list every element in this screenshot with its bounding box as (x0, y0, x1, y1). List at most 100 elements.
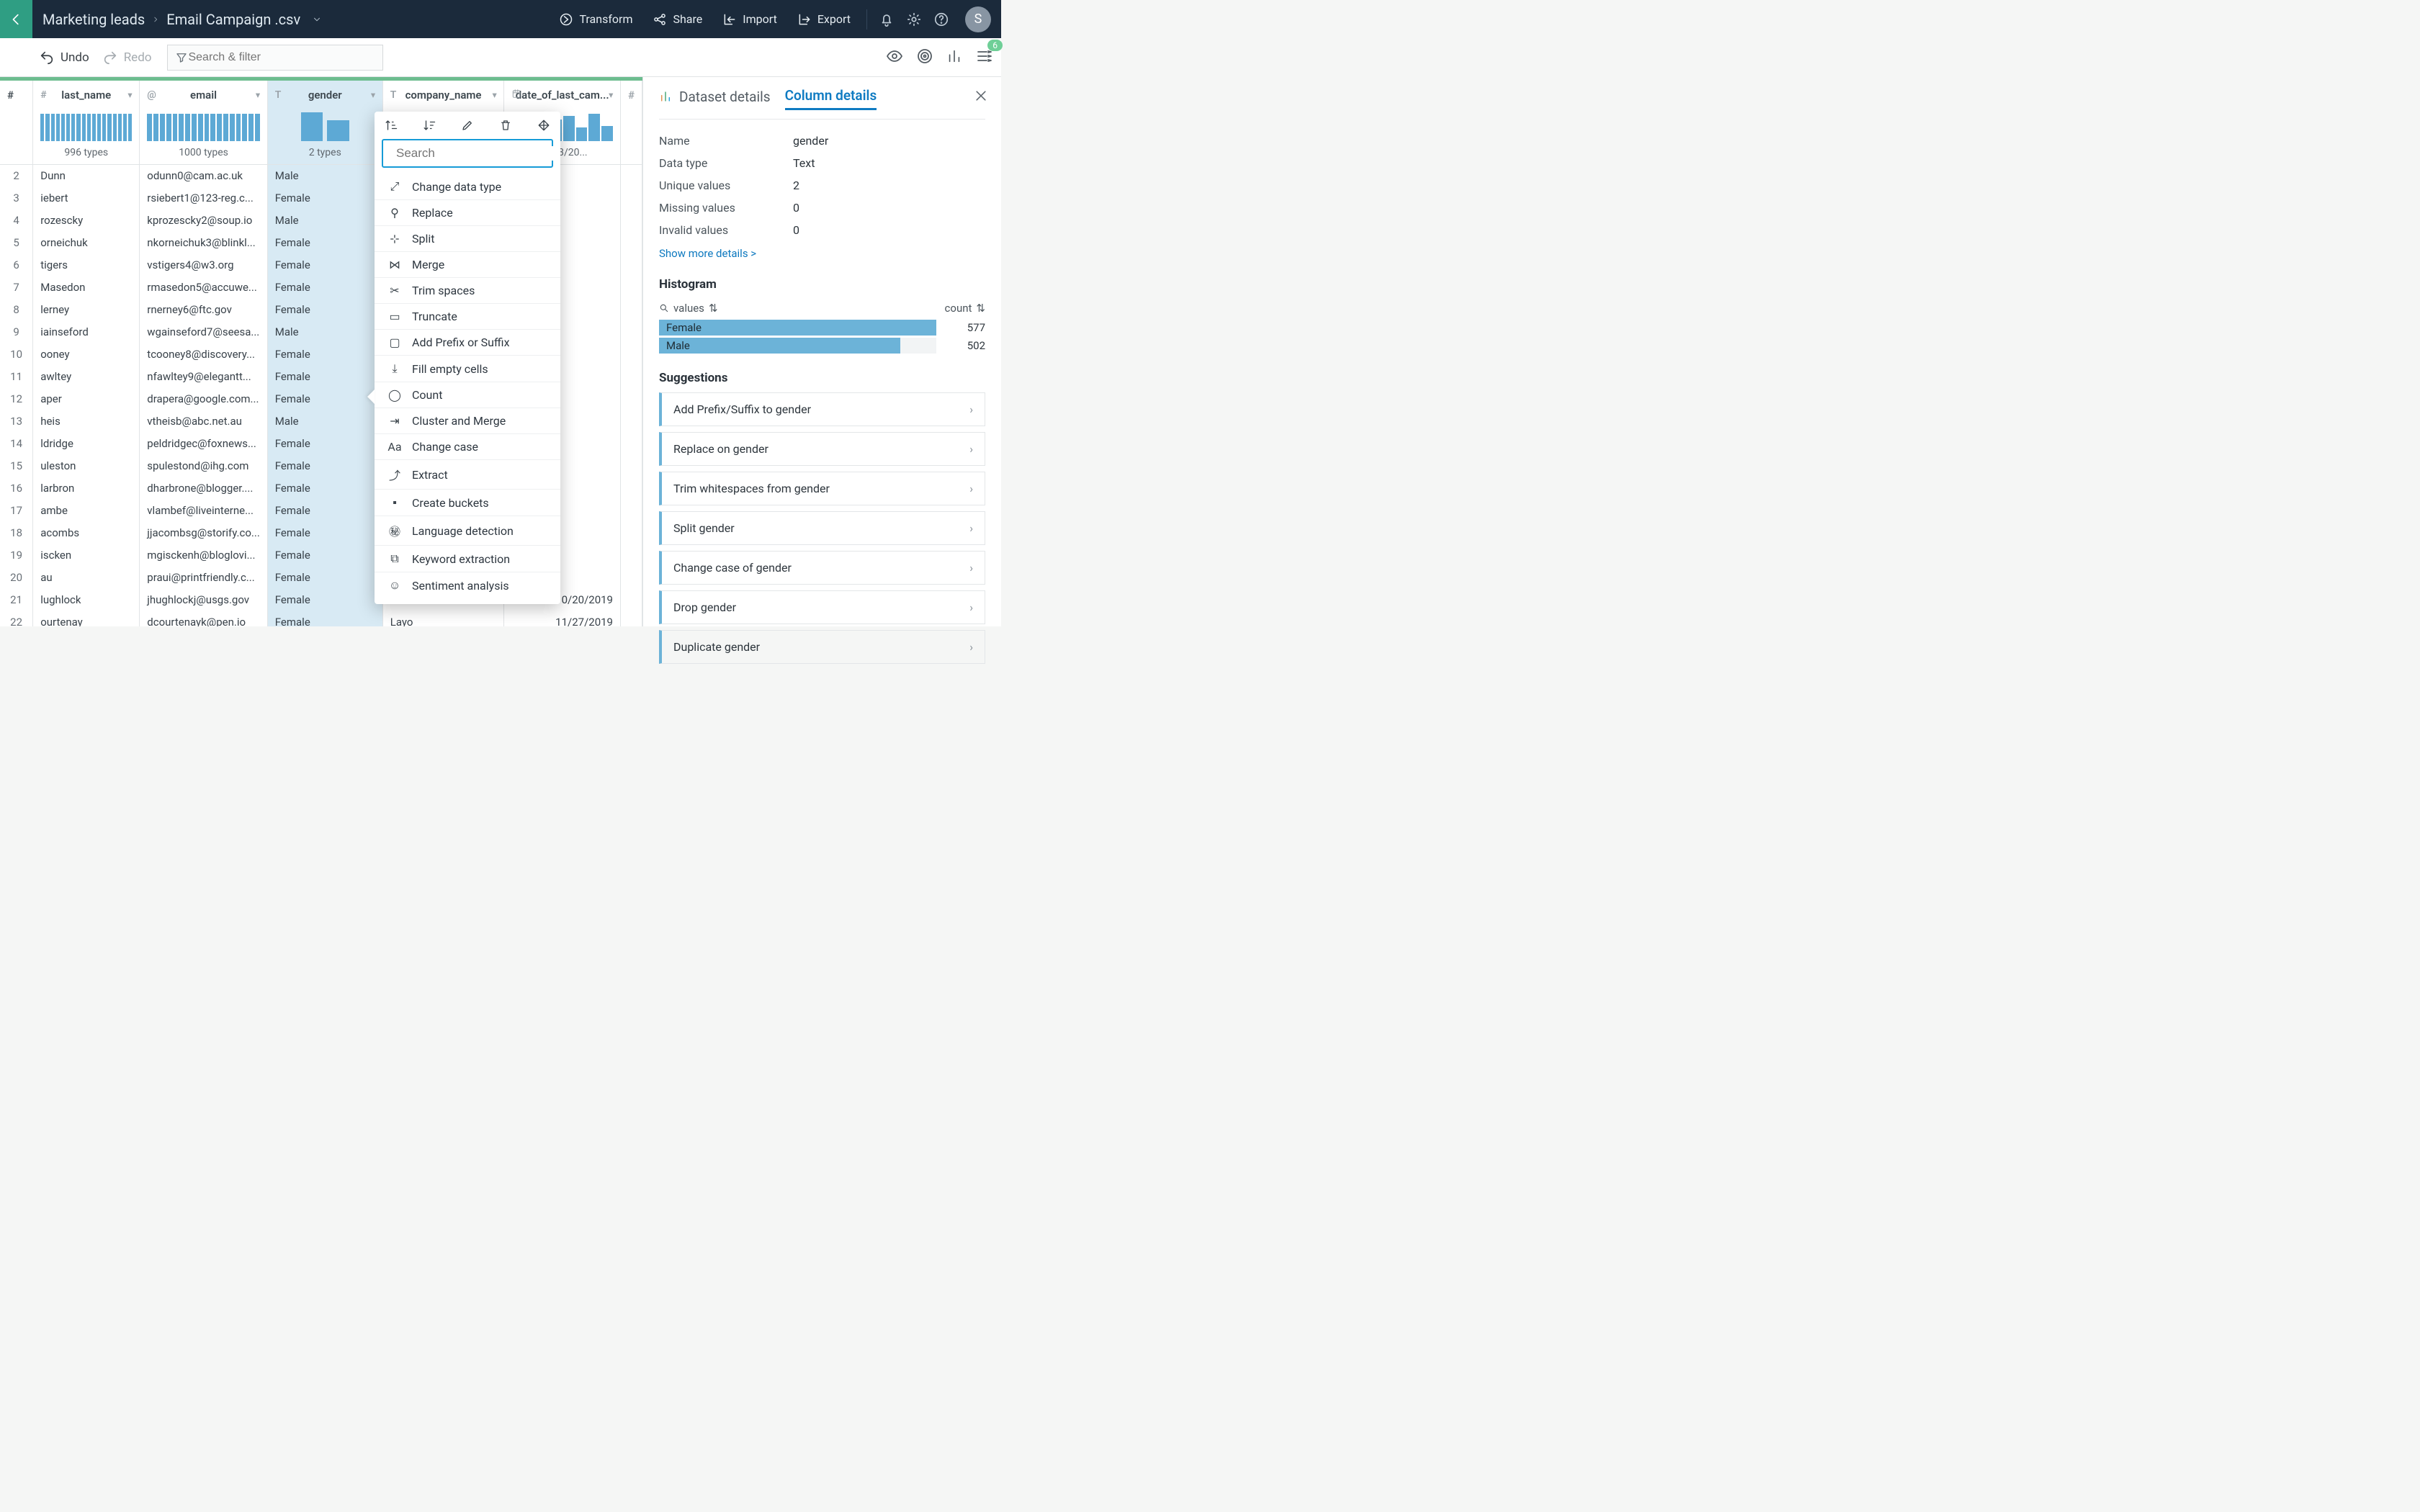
suggestion-item[interactable]: Change case of gender› (659, 551, 985, 585)
avatar[interactable]: S (965, 6, 991, 32)
chevron-down-icon[interactable]: ▾ (256, 91, 260, 100)
show-more-details-link[interactable]: Show more details > (659, 247, 756, 260)
popover-item-icon: ⤴ (387, 466, 402, 483)
search-filter-box[interactable] (167, 45, 383, 71)
mini-histogram-lastname (33, 109, 140, 143)
help-icon[interactable] (928, 12, 955, 27)
suggestion-item[interactable]: Split gender › (659, 511, 985, 545)
search-filter-input[interactable] (188, 51, 375, 64)
suggestion-item[interactable]: Drop gender› (659, 590, 985, 624)
back-button[interactable] (0, 0, 32, 38)
import-button[interactable]: Import (712, 0, 787, 38)
popover-item-icon: ▢ (387, 336, 402, 349)
move-icon[interactable] (537, 119, 550, 132)
suggestion-label: Add Prefix/Suffix to gender (673, 402, 811, 416)
popover-item[interactable]: ▪Create buckets (375, 489, 560, 516)
types-email: 1000 types (140, 143, 268, 165)
close-panel-button[interactable] (974, 89, 988, 106)
notifications-icon[interactable] (873, 12, 900, 27)
suggestions-title: Suggestions (659, 371, 985, 385)
popover-item[interactable]: ▢Add Prefix or Suffix (375, 329, 560, 355)
chevron-down-icon[interactable]: ▾ (371, 91, 375, 100)
popover-item-label: Language detection (412, 524, 514, 538)
popover-item-icon: ▭ (387, 310, 402, 323)
popover-item[interactable]: ㊙Language detection (375, 516, 560, 545)
breadcrumb-current[interactable]: Email Campaign .csv (166, 11, 300, 28)
sort-desc-icon[interactable] (423, 119, 436, 132)
col-header-company[interactable]: T company_name ▾ (382, 81, 504, 109)
trash-icon[interactable] (499, 119, 512, 132)
sort-icon[interactable]: ⇅ (709, 302, 718, 315)
col-header-date[interactable]: date_of_last_cam... ▾ (504, 81, 621, 109)
edit-icon[interactable] (461, 119, 474, 132)
histogram-header: values ⇅ count ⇅ (659, 299, 985, 318)
table-row[interactable]: 22ourtenaydcourtenayk@pen.ioFemaleLayo11… (0, 611, 642, 627)
chevron-right-icon: › (969, 640, 973, 654)
popover-item[interactable]: ⋈Merge (375, 251, 560, 277)
popover-item-icon: ⋈ (387, 258, 402, 271)
col-header-email[interactable]: @ email ▾ (140, 81, 268, 109)
redo-label: Redo (124, 50, 152, 65)
popover-item[interactable]: ⤓Fill empty cells (375, 355, 560, 382)
histogram-row[interactable]: Male502 (659, 338, 985, 354)
chevron-down-icon[interactable]: ▾ (493, 91, 497, 100)
popover-item[interactable]: ⤢Change data type (375, 174, 560, 199)
popover-item[interactable]: ✂Trim spaces (375, 277, 560, 303)
sort-asc-icon[interactable] (385, 119, 398, 132)
popover-item[interactable]: ◯Count (375, 382, 560, 408)
popover-item-icon: ✂ (387, 284, 402, 297)
steps-icon[interactable]: 6 (975, 48, 992, 68)
popover-search-input[interactable] (396, 146, 555, 161)
col-header-rownum[interactable]: # (0, 81, 33, 109)
popover-item[interactable]: ▭Truncate (375, 303, 560, 329)
stats-icon[interactable] (946, 48, 962, 67)
sort-icon[interactable]: ⇅ (976, 302, 985, 315)
col-header-more[interactable]: # (621, 81, 642, 109)
suggestion-item[interactable]: Duplicate gender› (659, 630, 985, 664)
preview-icon[interactable] (886, 48, 903, 68)
chevron-down-icon[interactable]: ▾ (609, 91, 613, 100)
data-grid[interactable]: # # last_name ▾ @ email ▾ T gender ▾ (0, 77, 642, 626)
share-button[interactable]: Share (642, 0, 712, 38)
suggestion-label: Trim whitespaces from gender (673, 482, 830, 495)
histogram-values-col[interactable]: values ⇅ (659, 302, 718, 315)
chevron-down-icon[interactable]: ▾ (128, 91, 133, 100)
histogram-count-col[interactable]: count ⇅ (945, 302, 985, 315)
suggestion-item[interactable]: Add Prefix/Suffix to gender› (659, 392, 985, 426)
popover-item[interactable]: ☺Sentiment analysis (375, 572, 560, 598)
transform-button[interactable]: Transform (549, 0, 642, 38)
popover-item-icon: ⤢ (387, 179, 402, 194)
popover-item[interactable]: ⊹Split (375, 225, 560, 251)
calendar-icon (511, 89, 521, 102)
histogram-row-count: 577 (945, 321, 985, 334)
suggestion-item[interactable]: Replace on gender› (659, 432, 985, 466)
types-gender: 2 types (267, 143, 382, 165)
suggestion-item[interactable]: Trim whitespaces from gender› (659, 472, 985, 505)
col-header-lastname[interactable]: # last_name ▾ (33, 81, 140, 109)
popover-item[interactable]: ⇥Cluster and Merge (375, 408, 560, 433)
settings-icon[interactable] (900, 12, 928, 27)
chevron-right-icon: › (969, 442, 973, 456)
popover-item-icon: ▪ (387, 495, 402, 510)
undo-button[interactable]: Undo (39, 50, 102, 66)
popover-item[interactable]: ⚲Replace (375, 199, 560, 225)
col-header-gender[interactable]: T gender ▾ (267, 81, 382, 109)
redo-button[interactable]: Redo (102, 50, 165, 66)
breadcrumb-root[interactable]: Marketing leads (42, 11, 145, 28)
popover-item[interactable]: AaChange case (375, 433, 560, 459)
kv-invalid-k: Invalid values (659, 223, 781, 237)
popover-item-icon: ☺ (387, 578, 402, 593)
histogram-row[interactable]: Female577 (659, 320, 985, 336)
tab-dataset-details[interactable]: Dataset details (659, 89, 771, 109)
kv-missing-v: 0 (793, 201, 799, 215)
kv-dtype-k: Data type (659, 156, 781, 170)
suggestion-label: Split gender (673, 521, 735, 535)
popover-item[interactable]: ⧉Keyword extraction (375, 545, 560, 572)
tab-column-details[interactable]: Column details (785, 87, 877, 110)
chevron-right-icon: › (969, 521, 973, 535)
target-icon[interactable] (916, 48, 933, 68)
popover-item[interactable]: ⤴Extract (375, 459, 560, 489)
popover-search[interactable] (382, 139, 553, 168)
mini-histogram-gender (267, 109, 382, 143)
export-button[interactable]: Export (787, 0, 861, 38)
